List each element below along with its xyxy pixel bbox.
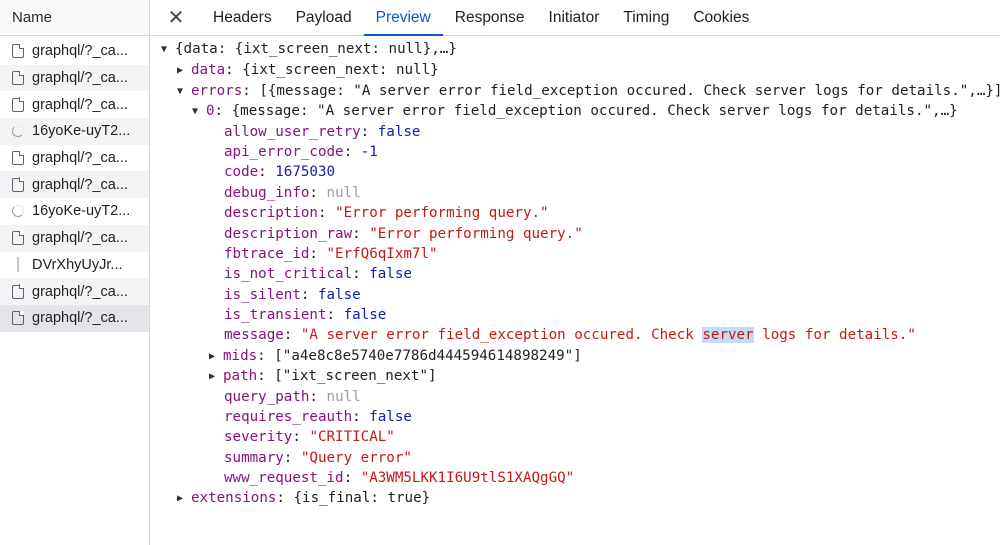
loading-spinner-icon bbox=[12, 205, 32, 218]
request-rows: graphql/?_ca... graphql/?_ca... graphql/… bbox=[0, 36, 149, 332]
search-match-highlight: server bbox=[702, 327, 754, 343]
request-list: Name graphql/?_ca... graphql/?_ca... gra… bbox=[0, 0, 150, 545]
close-icon[interactable]: ✕ bbox=[151, 0, 201, 35]
field-www-request-id: www_request_id: "A3WM5LKK1I6U9tlS1XAQgGQ… bbox=[224, 470, 575, 486]
request-row[interactable]: graphql/?_ca... bbox=[0, 145, 149, 172]
tree-node-path[interactable]: ▶ path: ["ixt_screen_next"] bbox=[209, 366, 437, 386]
field-api-error-code: api_error_code: -1 bbox=[224, 144, 378, 160]
tab-cookies[interactable]: Cookies bbox=[681, 0, 761, 35]
collapsed-triangle-icon[interactable]: ▶ bbox=[177, 61, 191, 81]
document-icon bbox=[12, 177, 32, 192]
field-debug-info: debug_info: null bbox=[224, 185, 361, 201]
tree-node-data[interactable]: ▶ data: {ixt_screen_next: null} bbox=[177, 60, 439, 80]
collapsed-triangle-icon[interactable]: ▶ bbox=[209, 347, 223, 367]
tab-response[interactable]: Response bbox=[443, 0, 537, 35]
tree-node-extensions[interactable]: ▶ extensions: {is_final: true} bbox=[177, 488, 430, 508]
request-row[interactable]: graphql/?_ca... bbox=[0, 38, 149, 65]
tab-initiator[interactable]: Initiator bbox=[537, 0, 612, 35]
request-name: graphql/?_ca... bbox=[32, 310, 128, 327]
document-icon bbox=[12, 150, 32, 166]
tree-node-errors[interactable]: ▼ errors: [{message: "A server error fiel… bbox=[177, 81, 1000, 101]
tree-node-mids[interactable]: ▶ mids: ["a4e8c8e5740e7786d44459461489824… bbox=[209, 346, 582, 366]
document-icon bbox=[12, 310, 32, 326]
devtools-network-panel: Name graphql/?_ca... graphql/?_ca... gra… bbox=[0, 0, 1000, 545]
field-is-not-critical: is_not_critical: false bbox=[224, 266, 412, 282]
tab-timing[interactable]: Timing bbox=[611, 0, 681, 35]
expanded-triangle-icon[interactable]: ▼ bbox=[192, 102, 206, 122]
detail-tabbar: ✕ Headers Payload Preview Response Initi… bbox=[151, 0, 1000, 36]
request-row[interactable]: graphql/?_ca... bbox=[0, 91, 149, 118]
request-name: graphql/?_ca... bbox=[32, 150, 128, 167]
field-summary: summary: "Query error" bbox=[224, 450, 412, 466]
request-name: graphql/?_ca... bbox=[32, 283, 128, 300]
field-query-path: query_path: null bbox=[224, 389, 361, 405]
field-is-transient: is_transient: false bbox=[224, 307, 387, 323]
field-allow-user-retry: allow_user_retry: false bbox=[224, 124, 421, 140]
request-row[interactable]: graphql/?_ca... bbox=[0, 171, 149, 199]
document-icon bbox=[12, 284, 32, 299]
request-name: graphql/?_ca... bbox=[32, 43, 128, 60]
document-icon bbox=[12, 70, 32, 86]
expanded-triangle-icon[interactable]: ▼ bbox=[177, 82, 191, 102]
loading-spinner-icon bbox=[12, 125, 32, 138]
request-name: graphql/?_ca... bbox=[32, 230, 128, 247]
field-message: message: "A server error field_exception… bbox=[224, 327, 916, 343]
collapsed-triangle-icon[interactable]: ▶ bbox=[209, 367, 223, 387]
request-row[interactable]: graphql/?_ca... bbox=[0, 278, 149, 305]
field-code: code: 1675030 bbox=[224, 164, 336, 180]
document-icon bbox=[12, 97, 32, 112]
request-row[interactable]: graphql/?_ca... bbox=[0, 224, 149, 252]
request-row[interactable]: 16yoKe-uyT2... bbox=[0, 118, 149, 145]
tab-headers[interactable]: Headers bbox=[201, 0, 284, 35]
request-row[interactable]: DVrXhyUyJr... bbox=[0, 252, 149, 279]
field-description-raw: description_raw: "Error performing query… bbox=[224, 226, 583, 242]
collapsed-triangle-icon[interactable]: ▶ bbox=[177, 489, 191, 509]
script-bar-icon bbox=[12, 257, 32, 273]
field-fbtrace-id: fbtrace_id: "ErfQ6qIxm7l" bbox=[224, 246, 438, 262]
json-preview-tree: ▼ {data: {ixt_screen_next: null},…} ▶ data… bbox=[151, 37, 1000, 545]
tree-node-error-0[interactable]: ▼ 0: {message: "A server error field_exce… bbox=[192, 101, 958, 121]
request-name: graphql/?_ca... bbox=[32, 176, 128, 193]
name-column-header[interactable]: Name bbox=[0, 0, 149, 36]
request-row-selected[interactable]: graphql/?_ca... bbox=[0, 304, 149, 332]
tab-preview[interactable]: Preview bbox=[363, 0, 443, 36]
field-is-silent: is_silent: false bbox=[224, 287, 361, 303]
request-row[interactable]: graphql/?_ca... bbox=[0, 64, 149, 92]
request-name: 16yoKe-uyT2... bbox=[32, 123, 131, 140]
document-icon bbox=[12, 230, 32, 246]
document-icon bbox=[12, 43, 32, 59]
tree-root-node[interactable]: ▼ {data: {ixt_screen_next: null},…} bbox=[161, 39, 457, 59]
field-severity: severity: "CRITICAL" bbox=[224, 429, 395, 445]
request-name: graphql/?_ca... bbox=[32, 70, 128, 87]
expanded-triangle-icon[interactable]: ▼ bbox=[161, 40, 175, 60]
request-name: DVrXhyUyJr... bbox=[32, 256, 123, 273]
request-row[interactable]: 16yoKe-uyT2... bbox=[0, 198, 149, 225]
request-name: 16yoKe-uyT2... bbox=[32, 203, 131, 220]
request-name: graphql/?_ca... bbox=[32, 96, 128, 113]
tab-payload[interactable]: Payload bbox=[284, 0, 364, 35]
field-description: description: "Error performing query." bbox=[224, 205, 549, 221]
field-requires-reauth: requires_reauth: false bbox=[224, 409, 412, 425]
